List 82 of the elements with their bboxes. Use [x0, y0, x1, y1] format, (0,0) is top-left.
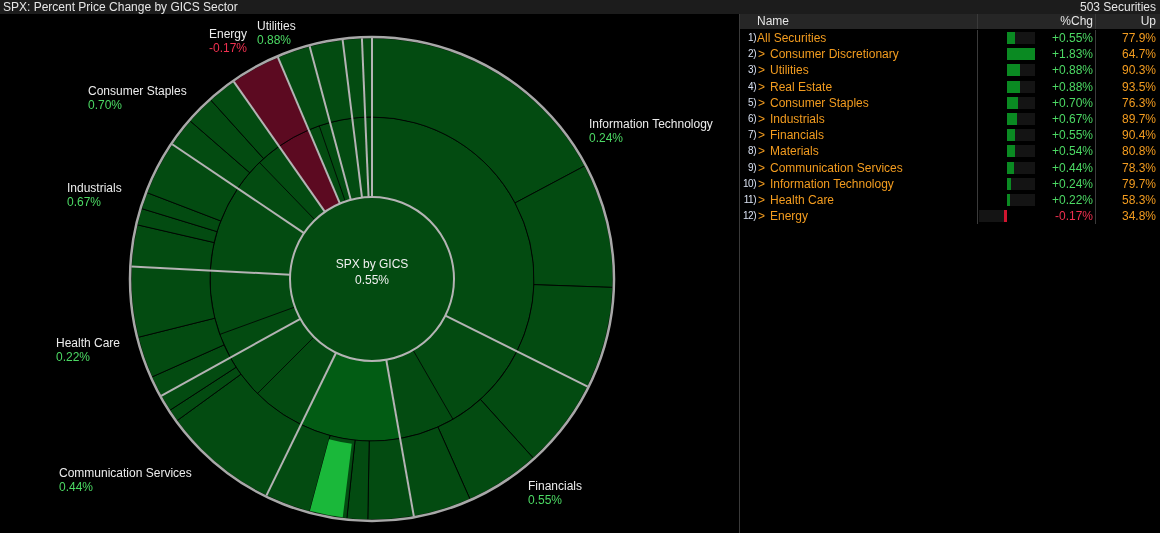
sector-name[interactable]: Information Technology — [770, 175, 894, 192]
sector-name[interactable]: Utilities — [770, 62, 809, 79]
percent-change: +0.55% — [1051, 127, 1093, 144]
percent-up: 58.3% — [1121, 192, 1156, 207]
expand-toggle[interactable]: > — [758, 78, 765, 95]
column-header: Name — [757, 14, 789, 29]
percent-change: +0.44% — [1051, 159, 1093, 176]
expand-toggle[interactable]: > — [758, 208, 765, 225]
sector-label: Communication Services — [59, 466, 192, 480]
percent-change: +0.55% — [1051, 30, 1093, 47]
sector-name[interactable]: Materials — [770, 143, 819, 160]
percent-up: 89.7% — [1121, 111, 1156, 126]
percent-change: +0.22% — [1051, 191, 1093, 209]
sector-name[interactable]: Industrials — [770, 110, 825, 128]
percent-change: +0.67% — [1051, 110, 1093, 128]
percent-change: -0.17% — [1054, 208, 1093, 225]
sector-label: Utilities — [257, 19, 296, 33]
row-number: 4) — [747, 79, 756, 94]
securities-count: 503 Securities — [1079, 0, 1157, 14]
expand-toggle[interactable]: > — [758, 143, 765, 160]
percent-change: +1.83% — [1051, 46, 1093, 63]
sector-label: Financials — [528, 479, 583, 493]
percent-up: 79.7% — [1121, 176, 1156, 191]
expand-toggle[interactable]: > — [758, 46, 765, 63]
sector-change: 0.67% — [67, 195, 103, 209]
sector-name[interactable]: Consumer Discretionary — [770, 46, 899, 63]
expand-toggle[interactable]: > — [758, 191, 765, 209]
sector-change: 0.24% — [589, 131, 625, 145]
sector-change: 0.88% — [257, 33, 293, 47]
percent-up: 90.4% — [1121, 128, 1156, 143]
sector-change: 0.22% — [56, 350, 92, 364]
sector-name[interactable]: Health Care — [770, 191, 835, 209]
sector-name[interactable]: Communication Services — [770, 159, 903, 176]
percent-up: 80.8% — [1121, 144, 1156, 159]
row-number: 2) — [747, 47, 756, 62]
row-number: 5) — [747, 95, 756, 110]
sector-label: Health Care — [56, 336, 121, 350]
sector-change: 0.55% — [528, 493, 564, 507]
row-number: 9) — [747, 160, 756, 175]
expand-toggle[interactable]: > — [758, 94, 765, 111]
sector-name[interactable]: Real Estate — [770, 78, 833, 95]
percent-change: +0.24% — [1051, 175, 1093, 192]
expand-toggle[interactable]: > — [758, 159, 765, 176]
percent-up: 64.7% — [1121, 47, 1156, 62]
row-number: 6) — [747, 111, 756, 126]
sector-label: Energy — [209, 27, 248, 41]
row-number: 1) — [747, 31, 756, 45]
row-number: 7) — [747, 128, 756, 143]
column-header: %Chg — [1060, 14, 1093, 29]
percent-up: 76.3% — [1121, 95, 1156, 110]
percent-change: +0.54% — [1051, 143, 1093, 160]
sector-name[interactable]: All Securities — [757, 30, 827, 47]
sector-change: 0.70% — [88, 98, 124, 112]
sector-change: -0.17% — [209, 41, 248, 55]
sector-name[interactable]: Energy — [770, 208, 809, 225]
sector-name[interactable]: Consumer Staples — [770, 94, 869, 111]
sector-label: Information Technology — [589, 117, 713, 131]
row-number: 11) — [742, 192, 756, 207]
expand-toggle[interactable]: > — [758, 175, 765, 192]
percent-change: +0.88% — [1051, 62, 1093, 79]
sector-name[interactable]: Financials — [770, 127, 825, 144]
sector-label: Consumer Staples — [88, 84, 187, 98]
percent-change: +0.88% — [1051, 78, 1093, 95]
chart-title: SPX: Percent Price Change by GICS Sector — [2, 0, 238, 14]
percent-up: 90.3% — [1121, 63, 1156, 78]
sector-change: 0.44% — [59, 480, 95, 494]
percent-up: 78.3% — [1121, 160, 1156, 175]
row-number: 12) — [742, 209, 756, 224]
percent-change: +0.70% — [1051, 94, 1093, 111]
expand-toggle[interactable]: > — [758, 110, 765, 128]
expand-toggle[interactable]: > — [758, 62, 765, 79]
row-number: 3) — [747, 63, 756, 78]
percent-up: 77.9% — [1121, 31, 1156, 45]
column-header: Up — [1140, 14, 1156, 28]
row-number: 10) — [742, 176, 756, 191]
sector-label: Industrials — [67, 181, 122, 195]
percent-up: 93.5% — [1121, 79, 1156, 94]
percent-up: 34.8% — [1121, 209, 1156, 224]
center-value: 0.55% — [354, 272, 390, 288]
row-number: 8) — [747, 144, 756, 159]
center-title: SPX by GICS — [334, 256, 410, 272]
expand-toggle[interactable]: > — [758, 127, 765, 144]
